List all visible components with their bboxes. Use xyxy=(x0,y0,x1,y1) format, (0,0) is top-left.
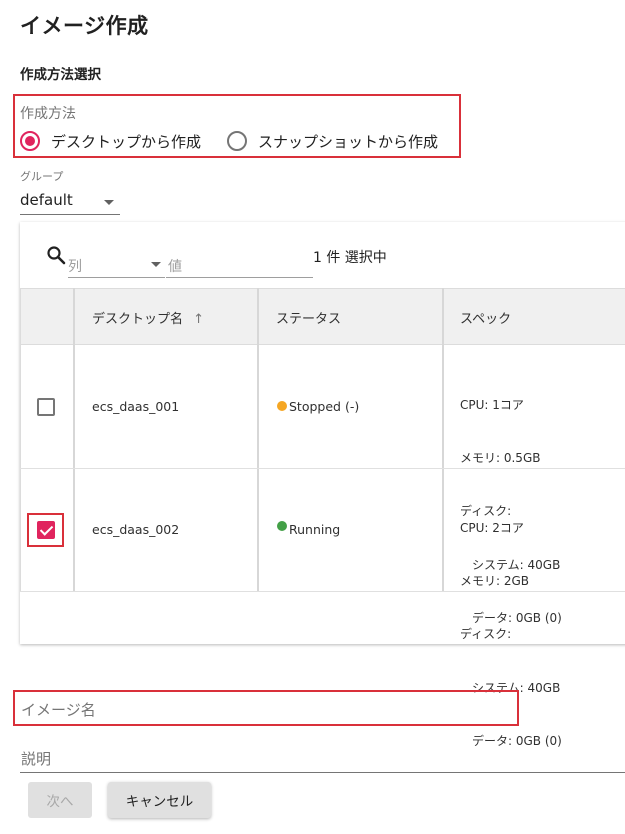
row-checkbox[interactable] xyxy=(37,398,55,416)
radio-label-snapshot: スナップショットから作成 xyxy=(258,132,439,151)
group-value: default xyxy=(20,191,73,209)
group-label: グループ xyxy=(20,170,64,183)
table-header: デスクトップ名 ↑ ステータス スペック xyxy=(20,288,625,345)
column-header-status[interactable]: ステータス xyxy=(276,308,341,327)
group-select[interactable]: default xyxy=(20,188,120,215)
radio-label-desktop: デスクトップから作成 xyxy=(51,132,202,151)
desktop-status: Stopped (-) xyxy=(289,399,360,414)
row-checkbox-checked[interactable] xyxy=(37,521,55,539)
image-name-placeholder: イメージ名 xyxy=(21,701,96,719)
sort-asc-icon[interactable]: ↑ xyxy=(193,312,204,327)
warning-status-icon xyxy=(277,401,287,411)
method-legend: 作成方法 xyxy=(20,106,76,122)
selected-count: 1 件 選択中 xyxy=(313,250,387,266)
spec-line: メモリ: 0.5GB xyxy=(460,450,541,465)
radio-option-snapshot[interactable]: スナップショットから作成 xyxy=(227,130,438,152)
column-divider xyxy=(20,288,21,592)
radio-option-desktop[interactable]: デスクトップから作成 xyxy=(20,130,201,152)
desktop-name: ecs_daas_001 xyxy=(92,399,180,414)
filter-value-placeholder: 値 xyxy=(168,259,182,275)
section-title: 作成方法選択 xyxy=(20,67,101,83)
filter-value-input[interactable]: 値 xyxy=(166,251,313,278)
spec-line: CPU: 1コア xyxy=(460,397,524,412)
spec-line: CPU: 2コア xyxy=(460,520,524,535)
column-header-name[interactable]: デスクトップ名 ↑ xyxy=(92,308,204,327)
chevron-down-icon xyxy=(151,262,161,267)
filter-column-placeholder: 列 xyxy=(68,259,82,275)
column-header-spec[interactable]: スペック xyxy=(460,308,511,327)
column-divider xyxy=(73,288,75,592)
cancel-button[interactable]: キャンセル xyxy=(108,782,211,818)
column-divider xyxy=(442,288,444,592)
next-button[interactable]: 次へ xyxy=(28,782,92,818)
spec-line: ディスク: xyxy=(460,627,512,642)
check-status-icon xyxy=(277,521,287,531)
description-placeholder: 説明 xyxy=(21,750,52,768)
search-icon xyxy=(47,246,66,265)
spec-line: メモリ: 2GB xyxy=(460,573,530,588)
desktop-status: Running xyxy=(289,522,341,537)
radio-unselected-icon[interactable] xyxy=(227,131,247,151)
filter-column-select[interactable]: 列 xyxy=(68,251,165,278)
description-input[interactable] xyxy=(20,740,625,773)
desktop-name: ecs_daas_002 xyxy=(92,522,180,537)
chevron-down-icon xyxy=(104,200,114,205)
column-divider xyxy=(257,288,259,592)
radio-selected-icon[interactable] xyxy=(20,131,40,151)
page-title: イメージ作成 xyxy=(20,14,149,38)
column-header-name-label: デスクトップ名 xyxy=(92,312,184,327)
